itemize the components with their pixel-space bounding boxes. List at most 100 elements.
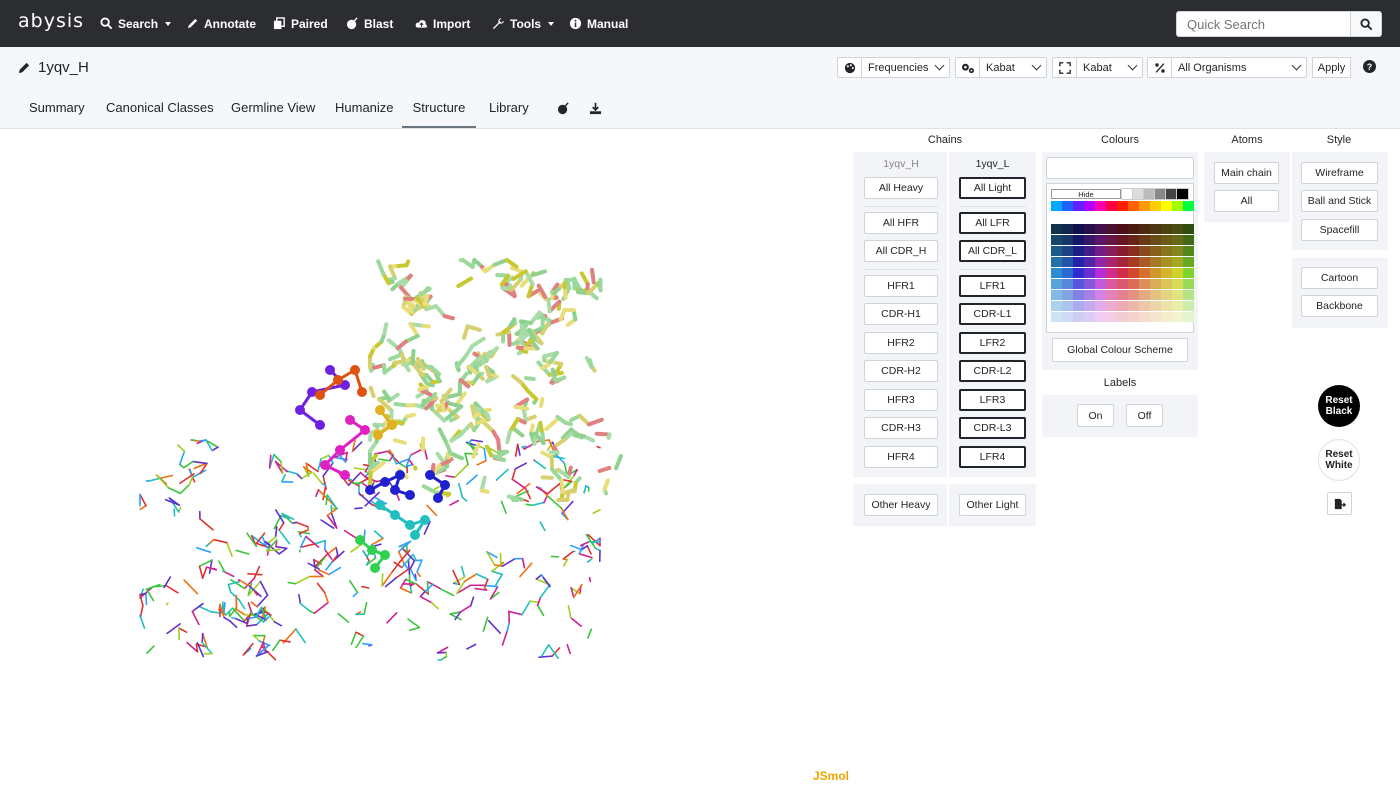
cdr-l2-button[interactable]: CDR-L2 [959,360,1026,382]
cdr-l1-button[interactable]: CDR-L1 [959,303,1026,325]
colour-swatch[interactable] [1154,188,1167,200]
colour-swatch[interactable] [1117,201,1128,211]
blast-tab-icon[interactable] [557,102,570,118]
main-chain-button[interactable]: Main chain [1214,162,1279,184]
wireframe-button[interactable]: Wireframe [1301,162,1378,184]
colour-swatch[interactable] [1150,301,1161,311]
colour-swatch[interactable] [1128,246,1139,256]
colour-swatch[interactable] [1062,312,1073,322]
export-image-button[interactable] [1327,492,1352,515]
colour-swatch[interactable] [1062,235,1073,245]
colour-swatch[interactable] [1117,279,1128,289]
colour-swatch[interactable] [1139,279,1150,289]
all-cdr-l-button[interactable]: All CDR_L [959,240,1026,262]
colour-swatch[interactable] [1084,201,1095,211]
apply-button[interactable]: Apply [1312,57,1351,78]
global-colour-scheme-button[interactable]: Global Colour Scheme [1052,338,1188,362]
colour-swatch[interactable] [1150,279,1161,289]
colour-swatch[interactable] [1150,235,1161,245]
reset-white-button[interactable]: Reset White [1318,439,1360,481]
nav-blast[interactable]: Blast [346,0,393,47]
colour-swatch[interactable] [1095,290,1106,300]
colour-swatch[interactable] [1183,257,1194,267]
colour-swatch[interactable] [1051,268,1062,278]
colour-swatch[interactable] [1062,268,1073,278]
colour-swatch[interactable] [1051,224,1062,234]
colour-swatch[interactable] [1128,201,1139,211]
colour-swatch[interactable] [1132,188,1145,200]
quick-search-input[interactable] [1176,11,1351,37]
colour-swatch[interactable] [1150,268,1161,278]
colour-swatch[interactable] [1139,257,1150,267]
colour-swatch[interactable] [1172,235,1183,245]
colour-swatch[interactable] [1161,235,1172,245]
organisms-select[interactable]: All Organisms [1171,57,1307,78]
hfr3-button[interactable]: HFR3 [864,389,938,411]
other-heavy-button[interactable]: Other Heavy [864,494,938,516]
colour-swatch[interactable] [1051,279,1062,289]
colour-swatch[interactable] [1172,268,1183,278]
colour-swatch[interactable] [1073,257,1084,267]
colour-palette[interactable]: Hide [1046,183,1194,333]
colour-swatch[interactable] [1106,268,1117,278]
colour-swatch[interactable] [1062,246,1073,256]
colour-swatch[interactable] [1161,201,1172,211]
colour-swatch[interactable] [1073,246,1084,256]
colour-swatch[interactable] [1150,246,1161,256]
colour-swatch[interactable] [1161,312,1172,322]
colour-swatch[interactable] [1073,279,1084,289]
colour-swatch[interactable] [1073,312,1084,322]
colour-swatch[interactable] [1176,188,1189,200]
colour-swatch[interactable] [1084,301,1095,311]
colour-swatch[interactable] [1051,257,1062,267]
cdr-definition-select[interactable]: Kabat [1076,57,1143,78]
colour-swatch[interactable] [1062,290,1073,300]
colour-swatch[interactable] [1161,246,1172,256]
colour-swatch[interactable] [1128,235,1139,245]
colour-swatch[interactable] [1183,312,1194,322]
tab-canonical-classes[interactable]: Canonical Classes [106,100,214,115]
cdr-h1-button[interactable]: CDR-H1 [864,303,938,325]
colour-swatch[interactable] [1139,312,1150,322]
colour-swatch[interactable] [1183,268,1194,278]
reset-black-button[interactable]: Reset Black [1318,385,1360,427]
colour-swatch[interactable] [1084,246,1095,256]
colour-swatch[interactable] [1139,201,1150,211]
colour-swatch[interactable] [1172,224,1183,234]
colour-swatch[interactable] [1062,257,1073,267]
tab-summary[interactable]: Summary [29,100,85,115]
colour-swatch[interactable] [1161,290,1172,300]
colour-swatch[interactable] [1143,188,1156,200]
colour-swatch[interactable] [1150,312,1161,322]
colour-swatch[interactable] [1095,301,1106,311]
backbone-button[interactable]: Backbone [1301,295,1378,317]
labels-on-button[interactable]: On [1077,404,1114,427]
colour-swatch[interactable] [1106,290,1117,300]
colour-swatch[interactable] [1073,235,1084,245]
hfr4-button[interactable]: HFR4 [864,446,938,468]
cdr-h2-button[interactable]: CDR-H2 [864,360,938,382]
nav-paired[interactable]: Paired [273,0,328,47]
tab-structure[interactable]: Structure [402,100,476,128]
colour-swatch[interactable] [1161,257,1172,267]
colour-swatch[interactable] [1117,301,1128,311]
colour-swatch[interactable] [1073,224,1084,234]
all-cdr-h-button[interactable]: All CDR_H [864,240,938,262]
colour-swatch[interactable] [1117,268,1128,278]
colour-swatch[interactable] [1183,224,1194,234]
colour-swatch[interactable] [1161,279,1172,289]
colour-swatch[interactable] [1172,257,1183,267]
colour-swatch[interactable] [1106,201,1117,211]
colour-swatch[interactable] [1117,224,1128,234]
colour-swatch[interactable] [1106,235,1117,245]
colour-swatch[interactable] [1161,224,1172,234]
colour-swatch[interactable] [1121,188,1134,200]
hfr2-button[interactable]: HFR2 [864,332,938,354]
colour-swatch[interactable] [1139,268,1150,278]
colour-swatch[interactable] [1161,268,1172,278]
colour-swatch[interactable] [1084,235,1095,245]
colour-swatch[interactable] [1095,257,1106,267]
colour-swatch[interactable] [1139,246,1150,256]
colour-swatch[interactable] [1139,290,1150,300]
colour-swatch[interactable] [1062,201,1073,211]
